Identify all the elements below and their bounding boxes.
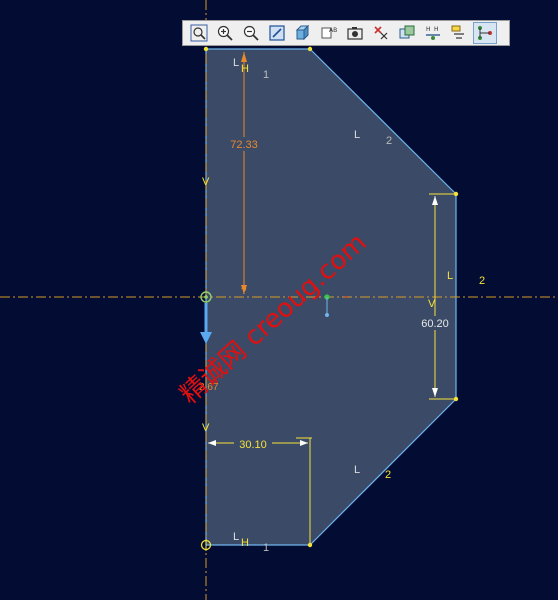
constraint-bottom-1[interactable]: 1: [263, 542, 269, 554]
constraint-right-2[interactable]: 2: [479, 275, 485, 287]
midpoint-node[interactable]: [325, 313, 329, 317]
constraint-diag-bottom-2[interactable]: 2: [385, 469, 391, 481]
delete-constraint-button[interactable]: [369, 22, 393, 44]
view-toolbar: AB H H: [182, 20, 510, 46]
constraint-top-1[interactable]: 1: [263, 69, 269, 81]
text-icon: AB: [321, 27, 337, 39]
zoom-fit-button[interactable]: [187, 22, 211, 44]
constraint-left-V-bottom[interactable]: V: [202, 422, 210, 434]
zoom-in-icon: [217, 25, 233, 41]
copy-button[interactable]: [395, 22, 419, 44]
dimension-value-30: 30.10: [239, 439, 267, 451]
sketch-text-button[interactable]: [447, 22, 471, 44]
svg-text:H: H: [434, 26, 439, 33]
sketch-text-icon: [451, 25, 464, 39]
dimension-value-60: 60.20: [421, 318, 449, 330]
constraint-left-V-top[interactable]: V: [202, 176, 210, 188]
text-button[interactable]: AB: [317, 22, 341, 44]
vertex-top-right[interactable]: [307, 46, 313, 52]
vertex-top-left[interactable]: [203, 46, 209, 52]
camera-button[interactable]: [343, 22, 367, 44]
zoom-out-icon: [243, 25, 259, 41]
constraint-bottom-H[interactable]: H: [241, 537, 249, 549]
constraint-diag-top-L[interactable]: L: [354, 129, 360, 141]
edit-icon: [269, 25, 285, 41]
zoom-fit-icon: [190, 24, 208, 42]
constraint-bottom-L[interactable]: L: [233, 531, 239, 543]
constraint-diag-top-2[interactable]: 2: [386, 135, 392, 147]
constraint-diag-bottom-L[interactable]: L: [354, 464, 360, 476]
axis-dot: [344, 295, 348, 299]
constraint-top-L[interactable]: L: [233, 57, 239, 69]
copy-icon: [399, 25, 415, 39]
connect-button[interactable]: [473, 22, 497, 44]
constraint-right-L[interactable]: L: [447, 270, 453, 282]
edit-button[interactable]: [265, 22, 289, 44]
vertex-right-top[interactable]: [453, 191, 459, 197]
constraint-top-H[interactable]: H: [241, 63, 249, 75]
zoom-in-button[interactable]: [213, 22, 237, 44]
vertex-bottom-right[interactable]: [307, 542, 313, 548]
origin-dim-mark: ?: [241, 286, 247, 297]
dimension-icon: H H: [426, 26, 440, 40]
dimension-button[interactable]: H H: [421, 22, 445, 44]
connect-icon: [478, 26, 492, 40]
vertex-right-bottom[interactable]: [453, 396, 459, 402]
sketch-viewport[interactable]: 72.33 60.20 30.10 2.67 ? L H 1 L 2 V L 2…: [0, 0, 558, 600]
dimension-value-72: 72.33: [230, 139, 258, 151]
box-view-icon: [295, 24, 310, 41]
constraint-right-V[interactable]: V: [428, 298, 436, 310]
delete-constraint-icon: [374, 26, 388, 40]
box-view-button[interactable]: [291, 22, 315, 44]
sketch-canvas[interactable]: 72.33 60.20 30.10 2.67 ? L H 1 L 2 V L 2…: [0, 0, 558, 600]
zoom-out-button[interactable]: [239, 22, 263, 44]
svg-text:H: H: [426, 26, 431, 33]
camera-icon: [347, 27, 363, 40]
svg-text:AB: AB: [329, 27, 337, 34]
